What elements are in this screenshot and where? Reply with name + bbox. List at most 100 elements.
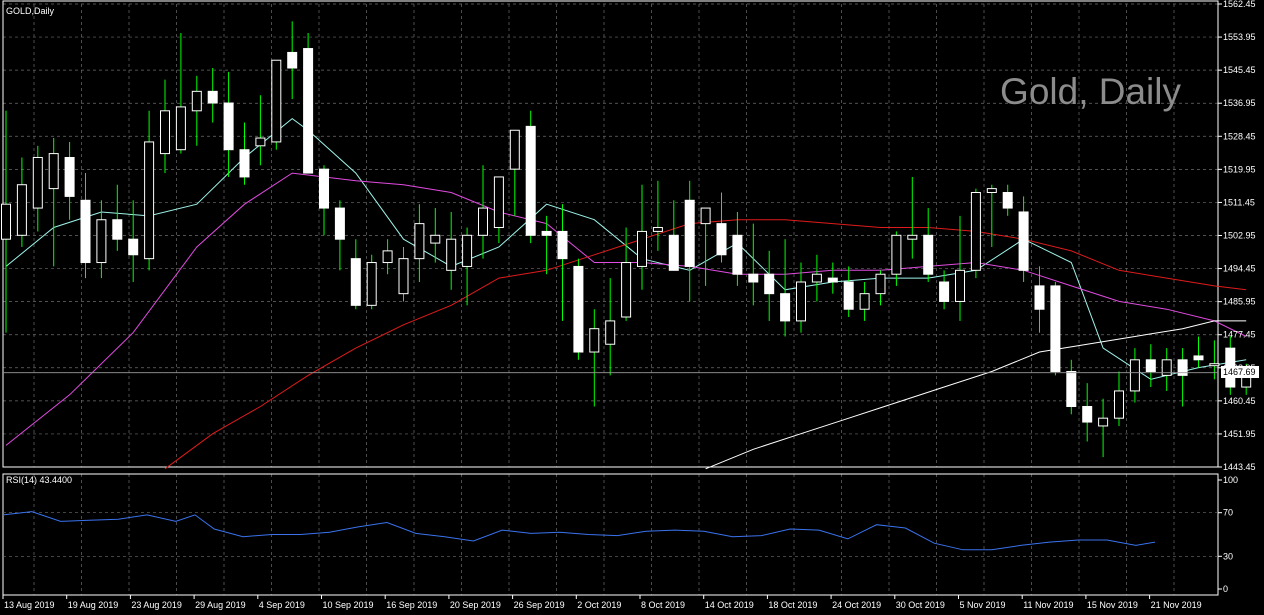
rsi-tick-label: 30 bbox=[1223, 551, 1233, 561]
candle-body-bull bbox=[478, 207, 488, 236]
candle-body-bear bbox=[319, 168, 329, 209]
time-tick-label: 21 Nov 2019 bbox=[1151, 600, 1202, 610]
price-tick-label: 1443.45 bbox=[1223, 462, 1256, 472]
candle-body-bull bbox=[1209, 363, 1220, 367]
candle-body-bear bbox=[1018, 211, 1029, 271]
candle-body-bear bbox=[128, 238, 139, 256]
price-tick-label: 1562.45 bbox=[1223, 0, 1256, 9]
candle-body-bull bbox=[493, 176, 504, 229]
candle-body-bear bbox=[780, 293, 791, 322]
candle-body-bear bbox=[684, 199, 695, 267]
time-tick-label: 30 Oct 2019 bbox=[896, 600, 945, 610]
candle-body-bear bbox=[239, 149, 250, 178]
candle-body-bear bbox=[843, 281, 854, 310]
rsi-label: RSI(14) 43.4400 bbox=[6, 475, 72, 485]
candle-body-bear bbox=[112, 219, 123, 240]
candle-body-bear bbox=[764, 273, 775, 295]
price-tick-label: 1545.45 bbox=[1223, 65, 1256, 75]
candle-body-bull bbox=[48, 153, 59, 190]
candle-body-bear bbox=[827, 277, 838, 283]
candle-body-bear bbox=[1034, 285, 1045, 310]
candle-body-bear bbox=[1066, 370, 1077, 407]
candle-body-bear bbox=[541, 230, 552, 236]
candle-body-bear bbox=[748, 273, 759, 283]
candle-body-bear bbox=[923, 234, 934, 275]
watermark: Gold, Daily bbox=[1000, 71, 1181, 112]
price-tick-label: 1536.95 bbox=[1223, 98, 1256, 108]
candle-body-bull bbox=[955, 269, 965, 302]
price-tick-label: 1451.95 bbox=[1223, 429, 1256, 439]
candle-body-bear bbox=[80, 199, 91, 264]
candle-body-bull bbox=[1129, 359, 1140, 392]
time-tick-label: 4 Sep 2019 bbox=[259, 600, 305, 610]
price-tick-label: 1460.45 bbox=[1223, 396, 1256, 406]
last-price-tag: 1467.69 bbox=[1221, 366, 1259, 378]
time-tick-label: 20 Sep 2019 bbox=[450, 600, 501, 610]
candle-body-bull bbox=[160, 110, 170, 155]
candle-body-bull bbox=[144, 141, 155, 260]
time-tick-label: 14 Oct 2019 bbox=[705, 600, 754, 610]
svg-text:1467.69: 1467.69 bbox=[1223, 367, 1256, 377]
candle bbox=[525, 110, 536, 244]
candle-body-bull bbox=[271, 59, 282, 143]
candle-body-bull bbox=[859, 293, 870, 310]
price-tick-label: 1485.95 bbox=[1223, 297, 1256, 307]
candle-body-bull bbox=[891, 234, 902, 275]
candle-body-bull bbox=[621, 262, 632, 318]
candle-body-bear bbox=[939, 281, 950, 302]
time-tick-label: 23 Aug 2019 bbox=[131, 600, 182, 610]
candle-body-bull bbox=[430, 234, 441, 244]
candle-body-bull bbox=[1098, 417, 1109, 427]
candle-body-bear bbox=[1050, 285, 1061, 372]
candle-body-bear bbox=[668, 234, 679, 271]
candle-body-bear bbox=[557, 230, 568, 260]
candle-body-bull bbox=[1114, 390, 1124, 419]
candle-body-bull bbox=[986, 188, 997, 194]
candle-body-bull bbox=[462, 234, 473, 267]
candle-body-bull bbox=[32, 156, 43, 209]
candle-body-bull bbox=[366, 262, 377, 306]
candle-body-bear bbox=[287, 51, 298, 69]
rsi-tick-label: 70 bbox=[1223, 508, 1233, 518]
candle-body-bear bbox=[716, 223, 727, 256]
candle-body-bull bbox=[589, 328, 600, 353]
time-tick-label: 5 Nov 2019 bbox=[960, 600, 1006, 610]
time-tick-label: 29 Aug 2019 bbox=[195, 600, 246, 610]
candle-body-bull bbox=[191, 90, 202, 112]
candle-body-bear bbox=[334, 207, 345, 240]
rsi-tick-label: 100 bbox=[1223, 475, 1238, 485]
candle-body-bull bbox=[796, 281, 806, 322]
candle bbox=[271, 59, 282, 150]
price-tick-label: 1494.45 bbox=[1223, 264, 1256, 274]
price-tick-label: 1553.95 bbox=[1223, 32, 1256, 42]
candle-body-bear bbox=[573, 265, 584, 353]
time-tick-label: 16 Sep 2019 bbox=[386, 600, 437, 610]
candle-body-bear bbox=[1193, 355, 1204, 361]
price-chart: 1562.45 1553.95 1545.45 1536.95 1528.45 1519.… bbox=[0, 0, 1264, 615]
time-tick-label: 24 Oct 2019 bbox=[832, 600, 881, 610]
candle-body-bear bbox=[64, 156, 75, 197]
candle-body-bull bbox=[605, 320, 616, 345]
time-tick-label: 2 Oct 2019 bbox=[577, 600, 621, 610]
price-tick-label: 1519.95 bbox=[1223, 164, 1256, 174]
candle-body-bull bbox=[175, 106, 186, 151]
candle-body-bull bbox=[811, 273, 822, 283]
candle-body-bull bbox=[446, 238, 457, 271]
candle-body-bull bbox=[509, 129, 520, 170]
candle bbox=[366, 254, 377, 310]
candle-body-bear bbox=[350, 258, 361, 306]
candle-body-bull bbox=[637, 230, 647, 267]
candle-body-bull bbox=[255, 137, 266, 147]
time-tick-label: 26 Sep 2019 bbox=[514, 600, 565, 610]
candle-body-bull bbox=[398, 258, 409, 295]
candle-body-bear bbox=[1082, 405, 1093, 423]
time-tick-label: 8 Oct 2019 bbox=[641, 600, 685, 610]
candle-body-bear bbox=[223, 102, 234, 151]
price-tick-label: 1511.45 bbox=[1223, 197, 1255, 207]
candle-body-bull bbox=[652, 227, 663, 232]
time-tick-label: 18 Oct 2019 bbox=[768, 600, 817, 610]
candle-body-bull bbox=[970, 192, 981, 271]
price-tick-label: 1528.45 bbox=[1223, 131, 1256, 141]
candle-body-bear bbox=[1145, 359, 1156, 372]
candle-body-bull bbox=[16, 184, 27, 236]
